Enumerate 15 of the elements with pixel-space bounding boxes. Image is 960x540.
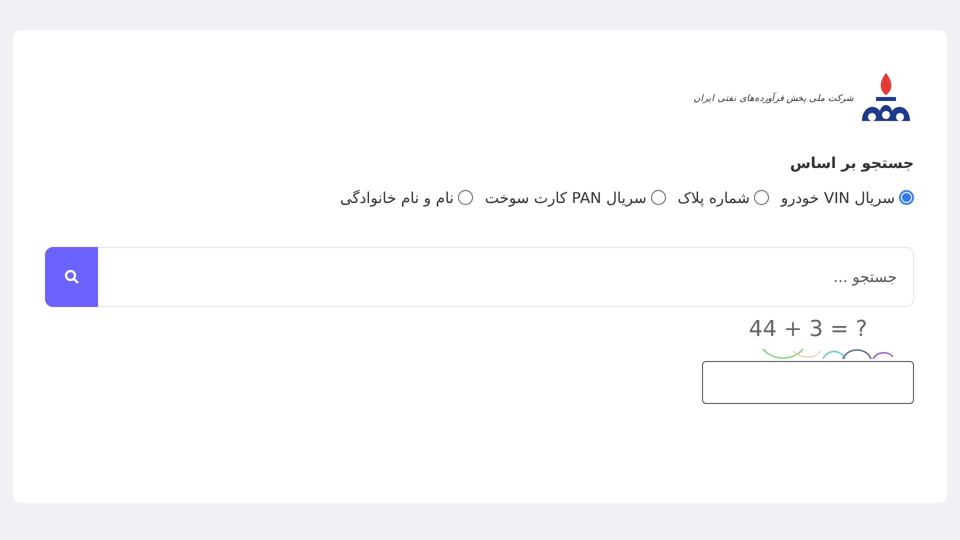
search-icon: [62, 268, 80, 286]
radio-option[interactable]: سریال VIN خودرو: [780, 186, 914, 209]
search-field[interactable]: جستجو ...: [98, 247, 914, 307]
radio-button[interactable]: [754, 190, 769, 206]
radio-option[interactable]: سریال PAN کارت سوخت: [484, 186, 666, 209]
radio-option[interactable]: شماره پلاک: [678, 186, 769, 209]
captcha-text: 44 + 3 = ?: [748, 316, 868, 344]
radio-button[interactable]: [458, 190, 473, 206]
logo-text: شرکت ملی پخش فرآورده‌های نفتی ایران: [694, 93, 854, 106]
search-by-label: جستجو بر اساس: [790, 153, 914, 174]
radio-button[interactable]: [899, 190, 914, 206]
radio-option[interactable]: نام و نام خانوادگی: [340, 186, 473, 209]
captcha-input[interactable]: [702, 361, 914, 404]
search-button[interactable]: [45, 247, 98, 307]
radio-button[interactable]: [650, 190, 666, 206]
